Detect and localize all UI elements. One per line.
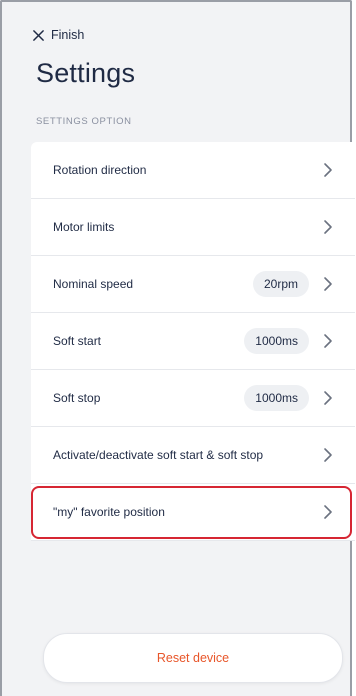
settings-item-label: Motor limits (53, 220, 115, 234)
app-frame: Finish Settings SETTINGS OPTION Rotation… (0, 0, 355, 696)
chevron-right-icon (324, 448, 332, 462)
value-badge: 1000ms (244, 328, 309, 354)
settings-item-rotation-direction[interactable]: Rotation direction (31, 142, 355, 199)
chevron-right-icon (324, 163, 332, 177)
chevron-right-icon (324, 220, 332, 234)
settings-item-favorite-position[interactable]: "my" favorite position (31, 484, 355, 541)
settings-item-label: Rotation direction (53, 163, 147, 177)
close-icon (33, 29, 44, 41)
settings-item-nominal-speed[interactable]: Nominal speed 20rpm (31, 256, 355, 313)
settings-list: Rotation direction Motor limits Nominal … (31, 142, 355, 541)
settings-item-label: Nominal speed (53, 277, 134, 291)
settings-item-label: Soft start (53, 334, 102, 348)
reset-device-button[interactable]: Reset device (43, 633, 343, 683)
chevron-right-icon (324, 391, 332, 405)
chevron-right-icon (324, 277, 332, 291)
chevron-right-icon (324, 505, 332, 519)
value-badge: 20rpm (252, 271, 309, 297)
section-label: SETTINGS OPTION (36, 116, 132, 127)
settings-item-label: "my" favorite position (53, 505, 165, 519)
finish-button[interactable]: Finish (32, 28, 84, 42)
settings-item-label: Soft stop (53, 391, 101, 405)
value-badge: 1000ms (244, 385, 309, 411)
settings-item-soft-start-stop-toggle[interactable]: Activate/deactivate soft start & soft st… (31, 427, 355, 484)
chevron-right-icon (324, 334, 332, 348)
settings-item-label: Activate/deactivate soft start & soft st… (53, 448, 264, 462)
finish-label: Finish (51, 28, 85, 42)
page-title: Settings (36, 58, 136, 88)
settings-item-soft-stop[interactable]: Soft stop 1000ms (31, 370, 355, 427)
settings-item-soft-start[interactable]: Soft start 1000ms (31, 313, 355, 370)
settings-item-motor-limits[interactable]: Motor limits (31, 199, 355, 256)
